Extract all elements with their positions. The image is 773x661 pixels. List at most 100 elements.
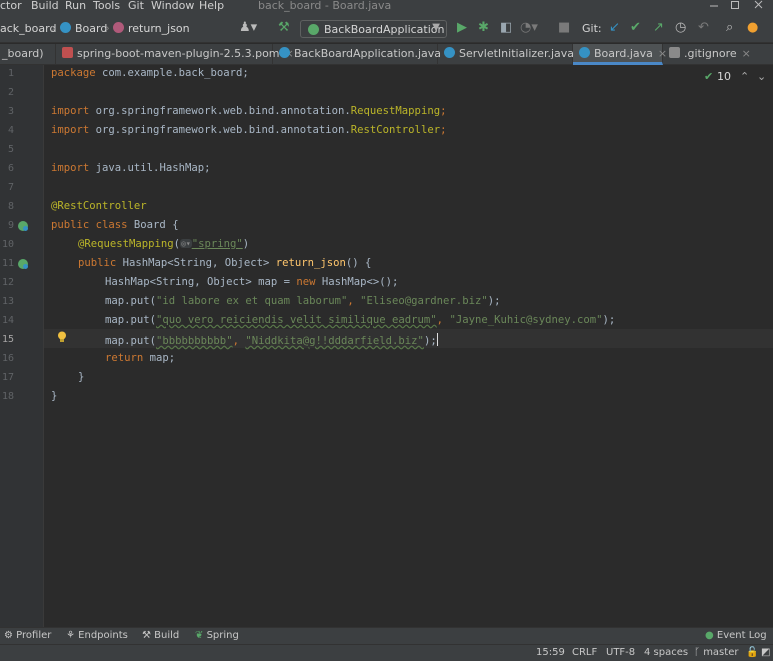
tool-spring[interactable]: ❦ Spring — [195, 630, 239, 641]
tool-profiler[interactable]: ⚙ Profiler — [4, 630, 51, 641]
code-line-8: @RestController — [51, 200, 147, 212]
menu-window[interactable]: Window — [151, 0, 194, 12]
tab-module[interactable]: _board) — [0, 44, 56, 65]
annotation: @RequestMapping — [78, 238, 174, 250]
menu-tools[interactable]: Tools — [93, 0, 120, 12]
breadcrumb-separator-icon: › — [105, 21, 110, 35]
hammer-icon: ⚒ — [142, 630, 155, 641]
string-literal: "Eliseo@gardner.biz" — [360, 295, 488, 307]
spring-bean-icon[interactable] — [17, 220, 29, 232]
window-title: back_board - Board.java — [258, 0, 392, 12]
breadcrumb-project[interactable]: ack_board — [0, 22, 56, 35]
inspection-ok-icon[interactable]: ✔ — [704, 70, 713, 83]
keyword: import — [51, 105, 90, 117]
tool-label: Event Log — [716, 630, 767, 641]
lightbulb-icon[interactable] — [57, 331, 67, 343]
string-literal: "bbbbbbbbbb" — [156, 335, 233, 347]
tab-servletinitializer[interactable]: ServletInitializer.java× — [438, 44, 588, 65]
debug-icon[interactable]: ✱ — [478, 21, 489, 35]
lock-icon[interactable]: 🔓 — [746, 647, 758, 658]
git-push-icon[interactable]: ↗ — [653, 21, 664, 35]
history-icon[interactable]: ◷ — [675, 21, 686, 35]
tool-event-log[interactable]: ● Event Log — [705, 630, 767, 641]
git-label: Git: — [582, 22, 602, 35]
code-text: , — [347, 295, 361, 307]
chevron-down-icon[interactable]: ⌄ — [757, 70, 766, 83]
git-branch[interactable]: ᚴ master — [694, 647, 738, 658]
tool-build[interactable]: ⚒ Build — [142, 630, 179, 641]
run-configuration-select[interactable]: BackBoardApplication ▼ — [300, 20, 447, 38]
caret-position[interactable]: 15:59 — [536, 647, 565, 658]
user-icon[interactable]: ♟▾ — [239, 21, 257, 35]
menu-git[interactable]: Git — [128, 0, 144, 12]
line-separator[interactable]: CRLF — [572, 647, 597, 658]
code-editor[interactable]: 1 2 3 4 5 6 7 8 9 10 11 12 13 14 15 16 1… — [0, 65, 773, 627]
menu-help[interactable]: Help — [199, 0, 224, 12]
menu-build[interactable]: Build — [31, 0, 59, 12]
inspection-count[interactable]: 10 — [717, 70, 731, 83]
maven-icon — [62, 47, 73, 58]
chevron-up-icon[interactable]: ⌃ — [740, 70, 749, 83]
code-line-11: public HashMap<String, Object> return_js… — [78, 257, 371, 269]
rollback-icon[interactable]: ↶ — [698, 21, 709, 35]
tab-label: _board) — [2, 47, 44, 60]
code-line-13: map.put("id labore ex et quam laborum", … — [105, 295, 500, 307]
stop-icon[interactable]: ■ — [558, 21, 570, 35]
hammer-icon[interactable]: ⚒ — [278, 21, 290, 35]
tab-label: .gitignore — [684, 47, 737, 60]
code-text: map.put( — [105, 314, 157, 326]
coverage-icon[interactable]: ◧ — [500, 21, 512, 35]
code-line-9: public class Board { — [51, 219, 179, 231]
line-number: 4 — [7, 125, 14, 136]
tool-label: Build — [154, 630, 180, 641]
tab-label: spring-boot-maven-plugin-2.5.3.pom — [77, 47, 280, 60]
notifications-icon[interactable]: ◩ — [761, 647, 770, 658]
close-icon[interactable] — [752, 0, 766, 12]
inlay-hint-icon[interactable]: ◎▾ — [180, 239, 192, 248]
menu-refactor[interactable]: ctor — [0, 0, 22, 12]
keyword: new — [296, 276, 316, 288]
tab-maven-pom[interactable]: spring-boot-maven-plugin-2.5.3.pom× — [56, 44, 294, 65]
code-line-1: package com.example.back_board; — [51, 67, 249, 79]
code-line-18: } — [51, 390, 57, 402]
tab-backboardapplication[interactable]: BackBoardApplication.java× — [273, 44, 455, 65]
tool-label: Spring — [206, 630, 239, 641]
line-number: 16 — [1, 353, 14, 364]
update-icon[interactable]: ● — [747, 21, 758, 35]
code-line-15: map.put("bbbbbbbbbb", "Niddkita@g!!dddar… — [105, 333, 438, 347]
breadcrumb-class[interactable]: Board — [60, 22, 107, 35]
run-icon[interactable]: ▶ — [457, 21, 467, 35]
code-line-10: @RequestMapping(◎▾"spring") — [78, 238, 249, 250]
code-text: ); — [602, 314, 616, 326]
indent-setting[interactable]: 4 spaces — [644, 647, 688, 658]
code-text: map.put( — [105, 335, 157, 347]
file-encoding[interactable]: UTF-8 — [606, 647, 635, 658]
class-icon — [579, 47, 590, 58]
git-update-icon[interactable]: ↙ — [609, 21, 620, 35]
code-text: HashMap<String, Object> — [116, 257, 276, 269]
line-number: 14 — [1, 315, 14, 326]
profile-icon[interactable]: ◔▾ — [520, 21, 538, 35]
close-tab-icon[interactable]: × — [742, 47, 751, 60]
search-icon[interactable]: ⌕ — [726, 21, 733, 35]
code-text: ) — [242, 238, 250, 250]
tool-endpoints[interactable]: ⚘ Endpoints — [66, 630, 128, 641]
git-commit-icon[interactable]: ✔ — [630, 21, 641, 35]
line-number: 6 — [7, 163, 14, 174]
spring-mapping-icon[interactable] — [17, 258, 29, 270]
maximize-icon[interactable] — [728, 0, 742, 12]
tab-gitignore[interactable]: .gitignore × — [663, 44, 773, 65]
tab-board[interactable]: Board.java × — [573, 44, 667, 65]
status-bar: 15:59 CRLF UTF-8 4 spaces ᚴ master 🔓 ◩ — [0, 644, 773, 661]
keyword: package — [51, 67, 96, 79]
menu-run[interactable]: Run — [65, 0, 86, 12]
keyword: public class — [51, 219, 128, 231]
navigation-bar: ack_board › Board › return_json ♟▾ ⚒ Bac… — [0, 13, 773, 43]
string-literal: "Niddkita@g!!dddarfield.biz" — [245, 335, 424, 347]
line-number-current: 15 — [1, 334, 14, 345]
line-number: 18 — [1, 391, 14, 402]
gutter: 1 2 3 4 5 6 7 8 9 10 11 12 13 14 15 16 1… — [0, 65, 44, 627]
breadcrumb-method[interactable]: return_json — [113, 22, 190, 35]
minimize-icon[interactable] — [707, 0, 721, 12]
code-text: map.put( — [105, 295, 157, 307]
